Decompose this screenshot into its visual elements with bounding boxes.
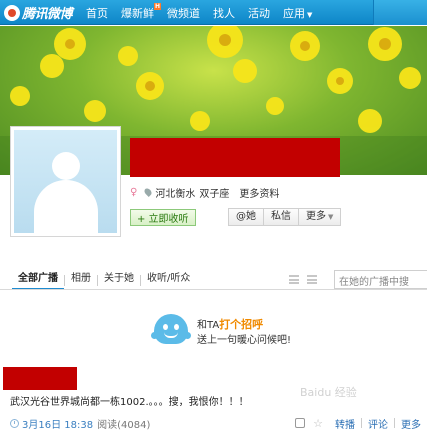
chevron-down-icon: ▼ (328, 213, 334, 221)
tab-about[interactable]: 关于她 (98, 270, 140, 290)
tab-album[interactable]: 相册 (65, 270, 97, 290)
greeting-prefix: 和TA (197, 319, 220, 331)
broadcast-search-input[interactable]: 在她的广播中搜 (334, 270, 427, 289)
post-text: 武汉光谷世界城尚都一栋1002.。。。搜，我恨你！！！ (10, 397, 249, 408)
nav-item-channels[interactable]: 微频道 (167, 5, 200, 21)
location-icon (143, 187, 154, 197)
favorite-icon[interactable]: ☆ (313, 417, 323, 430)
logo[interactable]: 腾讯微博 (4, 3, 73, 22)
post-meta: 3月16日 18:38 阅读(4084) ☆ 转播 评论 更多 (10, 415, 427, 431)
more-button[interactable]: 更多 ▼ (299, 209, 340, 225)
profile-info: ♀ 河北衡水 双子座 更多资料 (130, 185, 279, 200)
female-icon: ♀ (130, 186, 138, 198)
profile-actions: + 立即收听 @她 私信 更多 ▼ (130, 208, 342, 226)
tab-all-broadcasts[interactable]: 全部广播 (12, 270, 64, 290)
private-message-button[interactable]: 私信 (264, 209, 299, 225)
greeting-subtext: 送上一句暖心问候吧! (197, 334, 292, 346)
greeting-prompt: 和TA打个招呼 送上一句暖心问候吧! (151, 312, 291, 352)
chevron-down-icon: ▼ (307, 10, 313, 19)
profile-tabs: 全部广播 相册 关于她 收听/听众 (12, 270, 196, 290)
watermark: Baidu 经验 (300, 386, 357, 399)
logo-text: 腾讯微博 (22, 7, 73, 22)
compact-view-icon[interactable] (307, 275, 317, 284)
nav-items: 首页 爆新鲜 H 微频道 找人 活动 应用 ▼ (86, 0, 325, 25)
nav-item-apps[interactable]: 应用 ▼ (283, 5, 312, 21)
nav-right-area[interactable] (373, 0, 427, 25)
read-count: 阅读(4084) (97, 419, 151, 431)
nav-item-find-people[interactable]: 找人 (213, 5, 235, 21)
mention-button[interactable]: @她 (229, 209, 264, 225)
list-view-icon[interactable] (289, 275, 299, 284)
post-actions: ☆ 转播 评论 更多 (295, 415, 427, 431)
zodiac-text: 双子座 (199, 188, 230, 200)
repost-button[interactable]: 转播 (329, 416, 361, 431)
nav-item-hot[interactable]: 爆新鲜 H (121, 2, 161, 21)
post-date[interactable]: 3月16日 18:38 (22, 416, 93, 431)
location-text: 河北衡水 (155, 188, 196, 200)
post-more-button[interactable]: 更多 (395, 416, 427, 431)
redacted-post-author (3, 367, 77, 390)
default-avatar-icon (14, 130, 117, 233)
redacted-username (130, 138, 340, 177)
share-icon[interactable] (295, 418, 306, 428)
more-info-link[interactable]: 更多资料 (239, 185, 279, 200)
action-button-group: @她 私信 更多 ▼ (228, 208, 342, 226)
top-nav: 腾讯微博 首页 爆新鲜 H 微频道 找人 活动 应用 ▼ (0, 0, 427, 25)
nav-item-events[interactable]: 活动 (248, 5, 270, 21)
logo-icon (4, 4, 20, 21)
hot-badge: H (154, 2, 161, 10)
say-hi-link[interactable]: 打个招呼 (219, 318, 263, 331)
divider (0, 289, 427, 290)
nav-item-home[interactable]: 首页 (86, 5, 108, 21)
follow-button[interactable]: + 立即收听 (130, 208, 196, 226)
clock-icon (10, 418, 19, 428)
greeting-mascot-icon (151, 312, 191, 352)
comment-button[interactable]: 评论 (362, 416, 394, 431)
tab-followers[interactable]: 收听/听众 (141, 270, 196, 290)
avatar[interactable] (10, 126, 121, 237)
view-toggle (289, 275, 325, 284)
